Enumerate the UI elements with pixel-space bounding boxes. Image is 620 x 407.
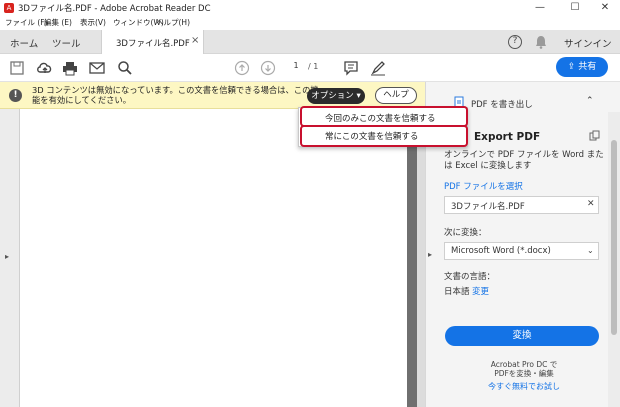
- menu-view[interactable]: 表示(V): [80, 17, 106, 28]
- signin-link[interactable]: サインイン: [564, 36, 612, 50]
- expand-left-panel-icon[interactable]: ▸: [5, 252, 9, 261]
- pen-sign-icon[interactable]: [370, 60, 386, 76]
- convert-to-label: 次に変換：: [444, 228, 487, 238]
- options-button[interactable]: オプション ▾: [307, 88, 365, 104]
- acrobat-app-icon: A: [4, 3, 14, 13]
- chevron-down-icon: ⌄: [587, 246, 594, 255]
- export-description: オンラインで PDF ファイルを Word または Excel に変換します: [444, 150, 604, 171]
- mail-icon[interactable]: [89, 60, 105, 76]
- document-scrollbar[interactable]: [417, 109, 425, 407]
- free-trial-link[interactable]: 今すぐ無料でお試し: [444, 381, 604, 392]
- help-icon[interactable]: ?: [508, 35, 522, 49]
- warning-icon: !: [9, 89, 22, 102]
- pdf-page: [20, 109, 407, 407]
- title-bar: A 3Dファイル名.PDF - Adobe Acrobat Reader DC …: [0, 0, 620, 16]
- window-title: 3Dファイル名.PDF - Adobe Acrobat Reader DC: [18, 4, 211, 14]
- notice-message: 3D コンテンツは無効になっています。この文書を信頼できる場合は、この機能を有効…: [32, 85, 319, 105]
- upload-cloud-icon[interactable]: [36, 60, 52, 76]
- comment-icon[interactable]: [343, 60, 359, 76]
- toolbar: 1 / 1 ⇪ 共有: [0, 54, 620, 82]
- highlight-trust-once: [300, 106, 468, 127]
- selected-file-field[interactable]: 3Dファイル名.PDF ✕: [444, 196, 599, 214]
- clear-file-icon[interactable]: ✕: [587, 199, 595, 209]
- share-label: 共有: [578, 62, 597, 72]
- document-language-value: 日本語: [444, 287, 470, 297]
- tab-close-icon[interactable]: ×: [191, 35, 199, 46]
- convert-button[interactable]: 変換: [445, 326, 599, 346]
- 3d-content-notice-bar: ! 3D コンテンツは無効になっています。この文書を信頼できる場合は、この機能を…: [0, 82, 425, 109]
- maximize-button[interactable]: ☐: [560, 0, 590, 16]
- highlight-trust-always: [300, 125, 468, 147]
- tab-document-label: 3Dファイル名.PDF: [116, 39, 190, 49]
- page-up-icon[interactable]: [234, 60, 250, 76]
- page-total: / 1: [308, 62, 319, 71]
- select-pdf-file-link[interactable]: PDF ファイルを選択: [444, 180, 523, 192]
- copy-link-icon[interactable]: [589, 130, 600, 144]
- export-pdf-title: Export PDF: [474, 131, 541, 143]
- page-number-input[interactable]: 1: [288, 61, 304, 75]
- collapse-section-chevron-icon[interactable]: ⌃: [586, 96, 594, 106]
- menu-bar: ファイル (F) 編集 (E) 表示(V) ウィンドウ(W) ヘルプ(H): [0, 16, 620, 30]
- page-down-icon[interactable]: [260, 60, 276, 76]
- document-language-label: 文書の言語：: [444, 272, 496, 282]
- bell-icon[interactable]: [535, 35, 547, 52]
- promo-line-2: PDFを変換・編集: [494, 369, 554, 378]
- tab-home[interactable]: ホーム: [10, 36, 38, 50]
- right-panel-scroll-thumb[interactable]: [611, 140, 617, 335]
- share-button[interactable]: ⇪ 共有: [556, 57, 608, 77]
- tab-document[interactable]: 3Dファイル名.PDF ×: [101, 30, 204, 54]
- change-language-link[interactable]: 変更: [472, 285, 489, 297]
- menu-help[interactable]: ヘルプ(H): [156, 17, 190, 28]
- save-icon[interactable]: [9, 60, 25, 76]
- left-panel-collapsed[interactable]: ▸: [0, 109, 20, 407]
- close-window-button[interactable]: ✕: [590, 0, 620, 16]
- menu-file[interactable]: ファイル (F): [5, 17, 48, 28]
- print-icon[interactable]: [62, 60, 78, 76]
- menu-edit[interactable]: 編集 (E): [44, 17, 72, 28]
- convert-format-value: Microsoft Word (*.docx): [451, 246, 551, 256]
- search-icon[interactable]: [117, 60, 133, 76]
- convert-format-select[interactable]: Microsoft Word (*.docx) ⌄: [444, 242, 599, 260]
- minimize-button[interactable]: —: [525, 0, 555, 16]
- export-pdf-header[interactable]: PDF を書き出し: [471, 98, 533, 110]
- promo-line-1: Acrobat Pro DC で: [490, 360, 558, 369]
- share-icon: ⇪: [567, 62, 576, 72]
- selected-file-name: 3Dファイル名.PDF: [451, 202, 525, 212]
- collapse-right-panel-icon[interactable]: ▸: [428, 250, 432, 259]
- tab-tools[interactable]: ツール: [52, 36, 81, 50]
- tab-bar: ホーム ツール 3Dファイル名.PDF × ? サインイン: [0, 30, 620, 54]
- notice-help-button[interactable]: ヘルプ: [375, 87, 417, 104]
